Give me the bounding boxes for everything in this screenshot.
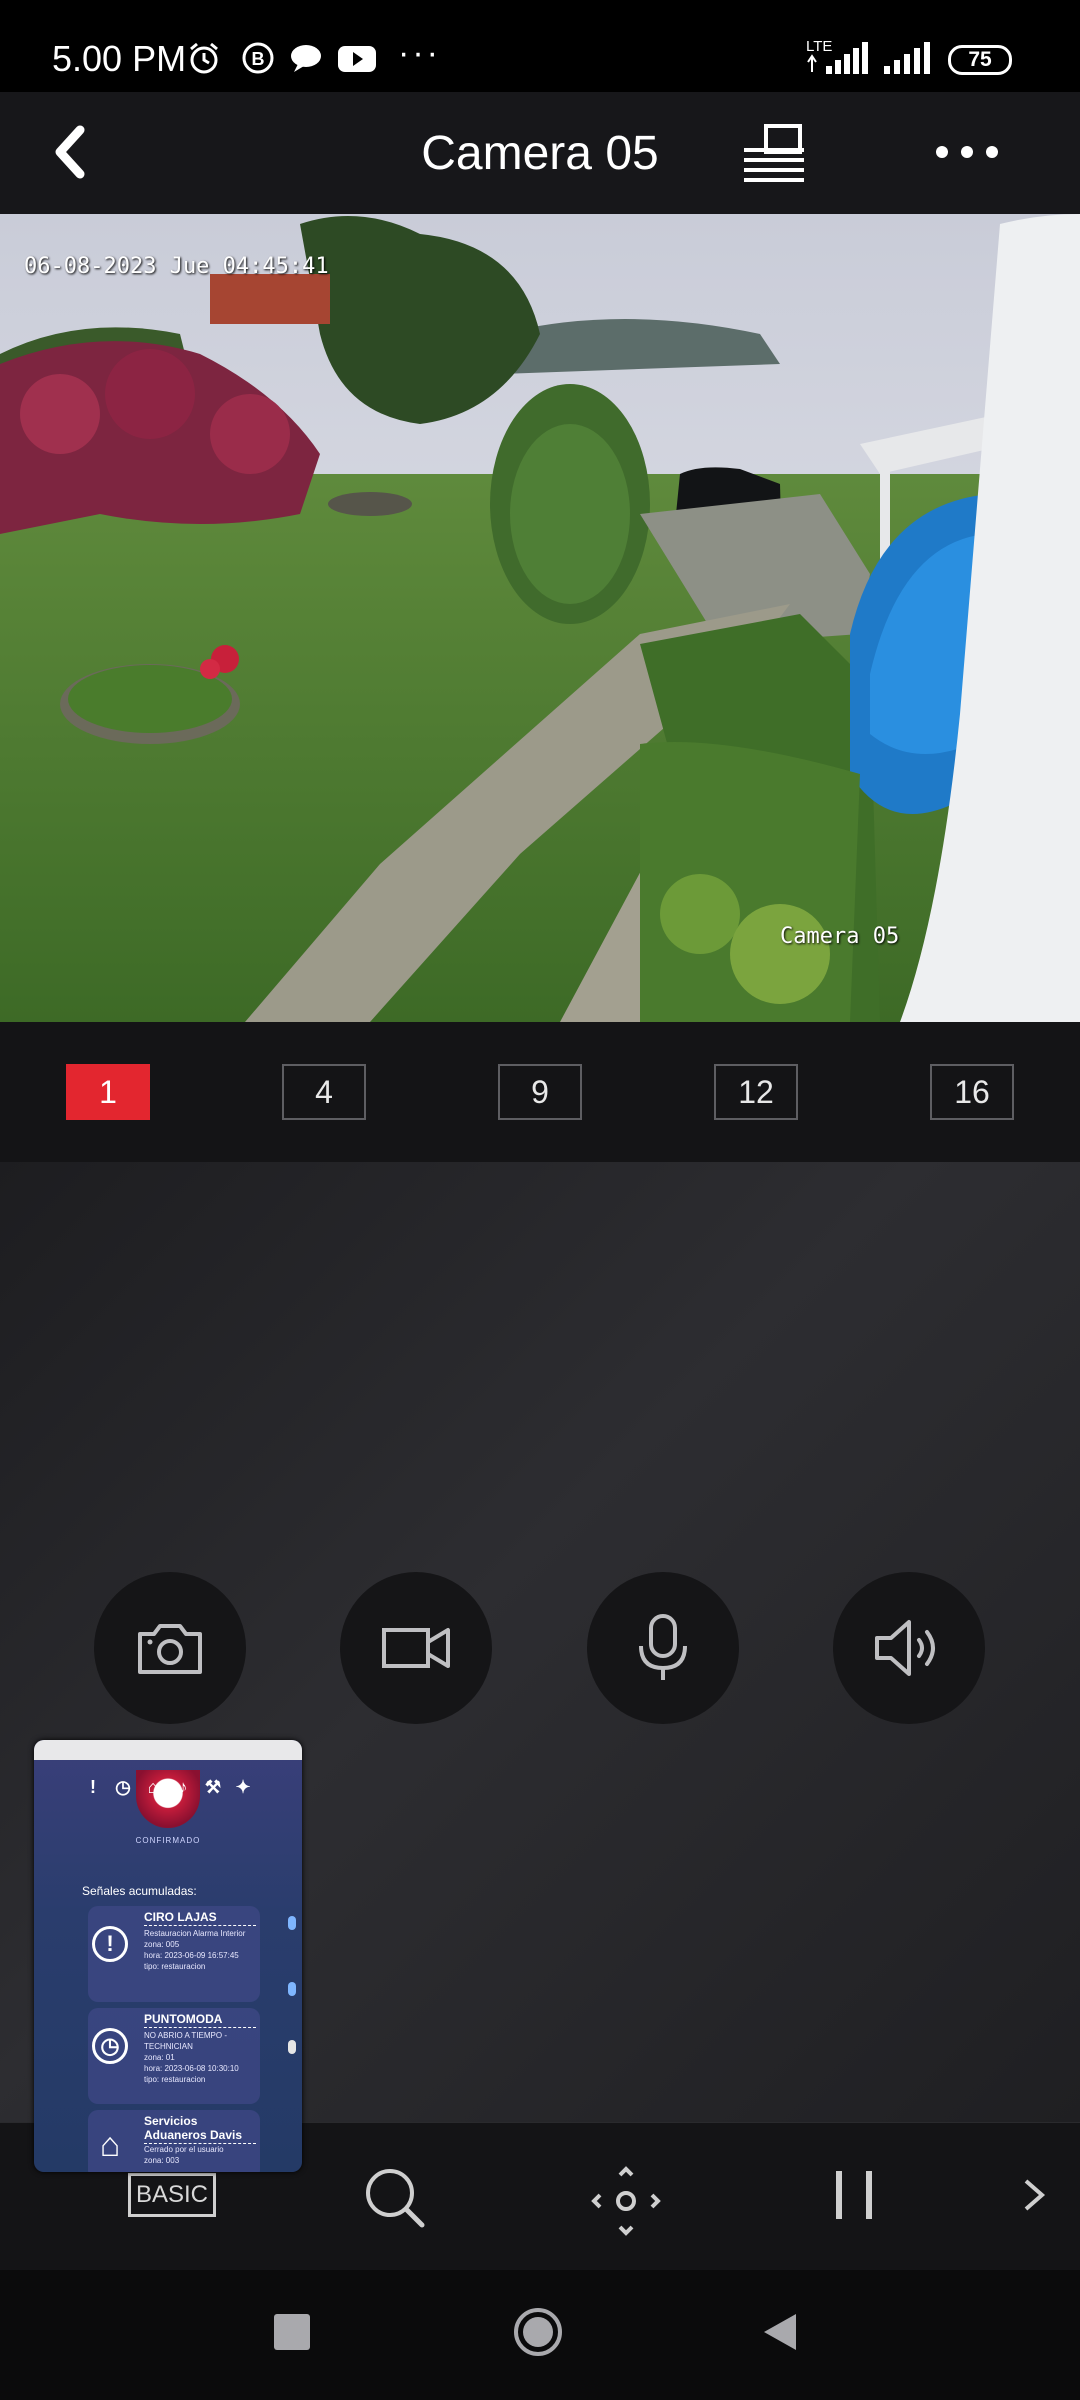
signal-card[interactable]: ◷ PUNTOMODA NO ABRIO A TIEMPO - TECHNICI… <box>88 2008 260 2104</box>
alarm-icon <box>190 42 218 74</box>
split-4-button[interactable]: 4 <box>282 1064 366 1120</box>
osd-timestamp: 06-08-2023 Jue 04:45:41 <box>24 254 329 279</box>
signal-title: CIRO LAJAS <box>144 1910 256 1926</box>
scroll-indicator <box>288 1982 296 1996</box>
clock-icon: ◷ <box>92 2028 128 2064</box>
pip-title-strip <box>34 1740 302 1760</box>
battery-indicator: 75 <box>948 45 1012 75</box>
floating-app-window[interactable]: ! ◷ ⌂ ♪ ⚒ ✦ CONFIRMADO Señales acumulada… <box>34 1740 302 2172</box>
signal-line: Cerrado por el usuario <box>144 2145 224 2154</box>
magic-wand-icon[interactable]: ✦ <box>232 1776 254 1798</box>
signal-details: Restauracion Alarma Interior zona: 005 h… <box>144 1928 256 1972</box>
alert-icon[interactable]: ! <box>82 1776 104 1798</box>
signal-details: Cerrado por el usuario zona: 003 <box>144 2144 256 2166</box>
video-record-icon <box>382 1628 450 1668</box>
signal-line: zona: 005 <box>144 1940 180 1949</box>
signal-title: PUNTOMODA <box>144 2012 256 2028</box>
signal-line: zona: 003 <box>144 2156 180 2165</box>
split-12-button[interactable]: 12 <box>714 1064 798 1120</box>
youtube-icon <box>338 46 376 72</box>
signal-line: hora: 2023-06-09 16:57:45 <box>144 1951 239 1960</box>
svg-text:B: B <box>252 49 265 69</box>
status-bar: 5.00 PM B ··· LTE 75 <box>0 0 1080 92</box>
ptz-control-icon[interactable] <box>590 2165 662 2237</box>
page-title: Camera 05 <box>421 127 659 180</box>
chevron-right-icon[interactable] <box>1016 2165 1056 2225</box>
back-nav-icon[interactable] <box>758 2310 802 2354</box>
home-icon: ⌂ <box>99 2126 121 2164</box>
osd-camera-name: Camera 05 <box>780 924 900 949</box>
signal-line: tipo: restauracion <box>144 1962 206 1971</box>
split-9-button[interactable]: 9 <box>498 1064 582 1120</box>
signal-details: NO ABRIO A TIEMPO - TECHNICIAN zona: 01 … <box>144 2030 256 2085</box>
talk-button[interactable] <box>587 1572 739 1724</box>
top-bar: Camera 05 <box>0 92 1080 214</box>
camera-scene-image <box>0 214 1080 1022</box>
record-button[interactable] <box>340 1572 492 1724</box>
basic-mode-button[interactable]: BASIC <box>128 2173 216 2217</box>
split-layout-selector: 1 4 9 12 16 <box>0 1022 1080 1162</box>
chat-icon <box>291 45 321 72</box>
clock-icon[interactable]: ◷ <box>112 1776 134 1798</box>
wrench-icon[interactable]: ⚒ <box>202 1776 224 1798</box>
snapshot-button[interactable] <box>94 1572 246 1724</box>
signal-line: zona: 01 <box>144 2053 175 2062</box>
signal-line: tipo: restauracion <box>144 2075 206 2084</box>
signal-line: NO ABRIO A TIEMPO - TECHNICIAN <box>144 2031 227 2051</box>
speaker-icon <box>875 1620 935 1676</box>
signal-icon <box>884 42 930 74</box>
system-navigation-bar <box>0 2270 1080 2400</box>
split-1-button[interactable]: 1 <box>66 1064 150 1120</box>
speaker-icon[interactable]: ♪ <box>172 1776 194 1798</box>
camera-video-feed[interactable]: 06-08-2023 Jue 04:45:41 Camera 05 <box>0 214 1080 1022</box>
b-app-icon: B <box>242 42 274 74</box>
alert-icon: ! <box>92 1926 128 1962</box>
pip-toolbar: ! ◷ ⌂ ♪ ⚒ ✦ <box>82 1776 254 1798</box>
recents-icon[interactable] <box>270 2310 314 2354</box>
multi-screen-icon[interactable] <box>738 120 810 186</box>
signal-lte-icon <box>807 42 868 74</box>
search-icon[interactable] <box>362 2165 428 2231</box>
status-time: 5.00 PM <box>52 38 187 79</box>
back-button[interactable] <box>44 122 104 182</box>
signal-card[interactable]: ! CIRO LAJAS Restauracion Alarma Interio… <box>88 1906 260 2002</box>
camera-icon <box>138 1624 202 1674</box>
signal-title: Servicios Aduaneros Davis <box>144 2114 256 2144</box>
signal-line: Restauracion Alarma Interior <box>144 1929 246 1938</box>
scroll-indicator <box>288 1916 296 1930</box>
signal-card[interactable]: ⌂ Servicios Aduaneros Davis Cerrado por … <box>88 2110 260 2172</box>
home-icon[interactable] <box>512 2306 564 2358</box>
accumulated-signals-heading: Señales acumuladas: <box>82 1884 197 1898</box>
pause-icon[interactable] <box>832 2165 876 2225</box>
microphone-icon <box>639 1614 687 1680</box>
signal-line: hora: 2023-06-08 10:30:10 <box>144 2064 239 2073</box>
more-options-icon[interactable] <box>932 132 1002 172</box>
logo-caption: CONFIRMADO <box>135 1836 201 1845</box>
more-notifications-icon: ··· <box>398 34 441 72</box>
scroll-indicator <box>288 2040 296 2054</box>
split-16-button[interactable]: 16 <box>930 1064 1014 1120</box>
home-icon[interactable]: ⌂ <box>142 1776 164 1798</box>
audio-button[interactable] <box>833 1572 985 1724</box>
